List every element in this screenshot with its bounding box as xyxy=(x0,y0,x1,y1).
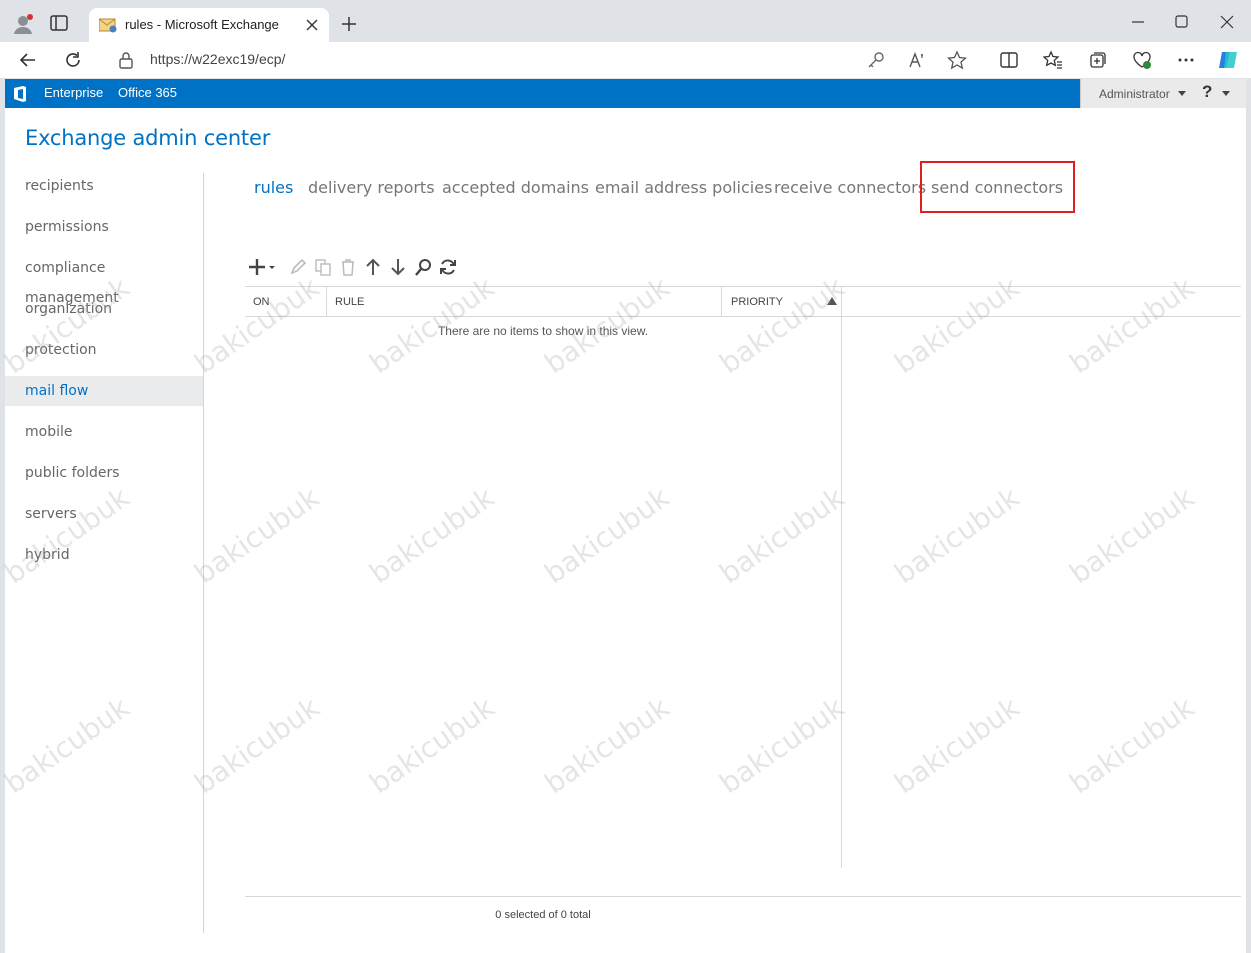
details-pane-divider xyxy=(841,286,842,868)
column-header-rule[interactable]: RULE xyxy=(335,296,364,308)
column-header-on[interactable]: ON xyxy=(253,296,270,308)
column-separator[interactable] xyxy=(721,287,722,317)
favorites-icon[interactable] xyxy=(1043,50,1063,70)
chevron-down-icon[interactable] xyxy=(1222,91,1230,96)
lock-icon[interactable] xyxy=(118,51,134,69)
nav-item-public-folders[interactable]: public folders xyxy=(5,458,203,488)
tab-title: rules - Microsoft Exchange xyxy=(125,17,279,32)
help-button[interactable]: ? xyxy=(1202,82,1212,102)
tab-delivery-reports[interactable]: delivery reports xyxy=(308,178,435,197)
selection-status: 0 selected of 0 total xyxy=(495,909,591,921)
collections-icon[interactable] xyxy=(1088,50,1108,70)
nav-item-hybrid[interactable]: hybrid xyxy=(5,540,203,570)
back-icon[interactable] xyxy=(18,50,38,70)
sort-ascending-icon[interactable] xyxy=(827,297,837,305)
url-input[interactable]: https://w22exc19/ecp/ xyxy=(150,51,285,67)
list-header: ON RULE PRIORITY xyxy=(245,286,1241,317)
nav-item-permissions[interactable]: permissions xyxy=(5,212,203,242)
exchange-favicon-icon xyxy=(99,18,117,33)
nav-item-organization[interactable]: organization xyxy=(5,294,203,324)
copy-icon[interactable] xyxy=(313,257,333,277)
office-top-bar: Enterprise Office 365 Administrator ? xyxy=(5,79,1246,108)
search-icon[interactable] xyxy=(413,257,433,277)
tab-actions-icon[interactable] xyxy=(50,15,68,31)
close-window-icon[interactable] xyxy=(1217,12,1237,32)
tab-email-address-policies[interactable]: email address policies xyxy=(595,178,772,197)
nav-item-servers[interactable]: servers xyxy=(5,499,203,529)
more-options-icon[interactable] xyxy=(1176,50,1196,70)
reload-icon[interactable] xyxy=(63,50,83,70)
office-logo-icon[interactable] xyxy=(12,85,28,103)
empty-message: There are no items to show in this view. xyxy=(437,324,649,338)
maximize-icon[interactable] xyxy=(1172,12,1192,32)
browser-tab[interactable]: rules - Microsoft Exchange xyxy=(89,8,329,42)
nav-divider xyxy=(203,173,204,933)
user-menu[interactable]: Administrator xyxy=(1099,87,1170,101)
key-icon[interactable] xyxy=(866,50,886,70)
watermark: bakicubuk xyxy=(0,480,136,591)
office365-link[interactable]: Office 365 xyxy=(118,85,177,100)
nav-item-compliance-management[interactable]: compliance management xyxy=(5,253,203,306)
read-aloud-icon[interactable] xyxy=(907,50,927,70)
chevron-down-icon[interactable] xyxy=(1178,91,1186,96)
browser-tab-bar: rules - Microsoft Exchange xyxy=(0,0,1251,42)
edit-icon[interactable] xyxy=(288,257,308,277)
address-bar: https://w22exc19/ecp/ xyxy=(0,42,1251,78)
nav-item-recipients[interactable]: recipients xyxy=(5,171,203,201)
column-header-priority[interactable]: PRIORITY xyxy=(731,296,783,308)
move-down-icon[interactable] xyxy=(388,257,408,277)
move-up-icon[interactable] xyxy=(363,257,383,277)
exchange-admin-page: Enterprise Office 365 Administrator ? Ex… xyxy=(0,79,1246,953)
user-area: Administrator ? xyxy=(1080,79,1246,108)
close-tab-icon[interactable] xyxy=(303,16,321,34)
rules-list: ON RULE PRIORITY There are no items to s… xyxy=(245,286,1241,896)
column-separator[interactable] xyxy=(326,287,327,317)
browser-essentials-icon[interactable] xyxy=(1132,50,1152,70)
enterprise-link[interactable]: Enterprise xyxy=(44,85,103,100)
tab-accepted-domains[interactable]: accepted domains xyxy=(442,178,589,197)
tab-rules[interactable]: rules xyxy=(254,178,293,197)
copilot-icon[interactable] xyxy=(1216,48,1240,72)
profile-icon[interactable] xyxy=(12,13,34,35)
favorite-star-icon[interactable] xyxy=(947,50,967,70)
add-icon[interactable] xyxy=(248,257,278,277)
delete-icon[interactable] xyxy=(338,257,358,277)
tab-receive-connectors[interactable]: receive connectors xyxy=(774,178,926,197)
split-screen-icon[interactable] xyxy=(999,50,1019,70)
refresh-icon[interactable] xyxy=(438,257,458,277)
highlight-box xyxy=(920,161,1075,213)
watermark: bakicubuk xyxy=(0,690,136,801)
nav-item-mobile[interactable]: mobile xyxy=(5,417,203,447)
list-footer-divider xyxy=(245,896,1241,897)
nav-item-mail-flow[interactable]: mail flow xyxy=(5,376,203,406)
minimize-icon[interactable] xyxy=(1128,12,1148,32)
new-tab-icon[interactable] xyxy=(340,15,358,33)
page-title: Exchange admin center xyxy=(25,126,271,150)
nav-item-protection[interactable]: protection xyxy=(5,335,203,365)
